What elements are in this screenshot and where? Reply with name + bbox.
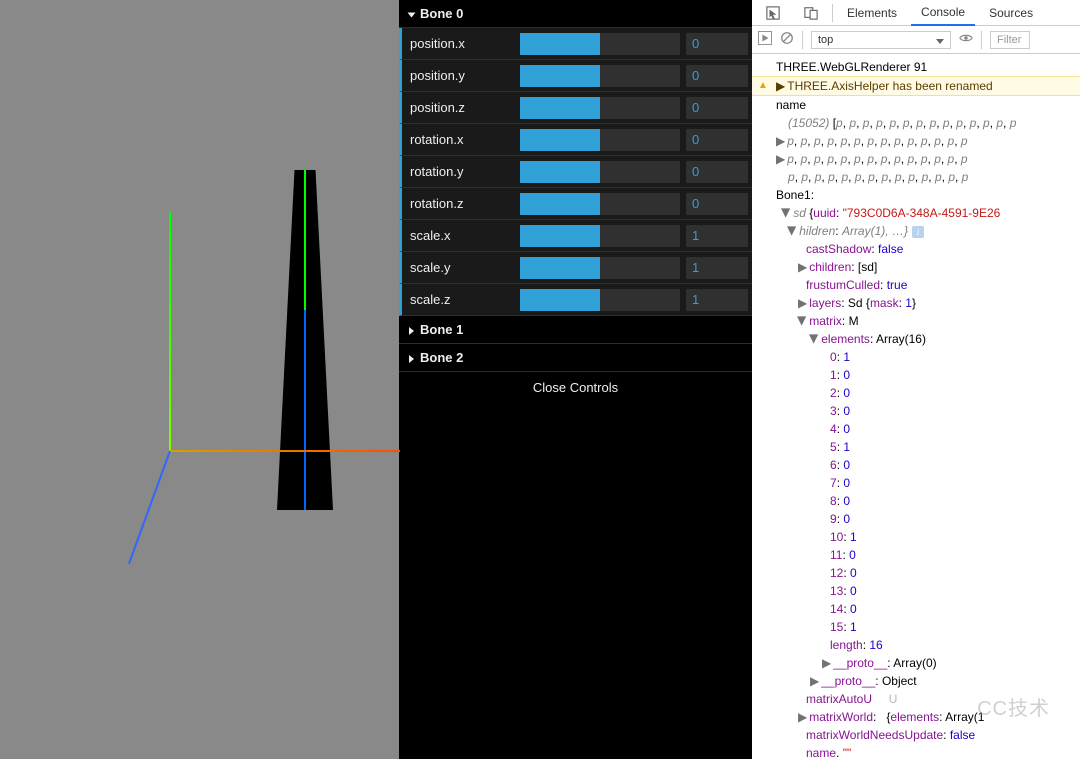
tab-sources[interactable]: Sources — [979, 1, 1043, 25]
prop-label: rotation.y — [402, 164, 520, 179]
prop-rotation-z: rotation.z 0 — [399, 188, 752, 220]
prop-label: position.z — [402, 100, 520, 115]
console-line[interactable]: ▶__proto__: Array(0) — [752, 654, 1080, 672]
prop-position-y: position.y 0 — [399, 60, 752, 92]
console-line[interactable]: ▶matrix: M — [752, 312, 1080, 330]
folder-bone-1[interactable]: Bone 1 — [399, 316, 752, 344]
slider[interactable] — [520, 97, 680, 119]
console-line[interactable]: ▶matrixWorld: {elements: Array(1 — [752, 708, 1080, 726]
console-line[interactable]: matrixWorldNeedsUpdate: false — [752, 726, 1080, 744]
console-line[interactable]: 10: 1 — [752, 528, 1080, 546]
prop-scale-x: scale.x 1 — [399, 220, 752, 252]
console-line[interactable]: frustumCulled: true — [752, 276, 1080, 294]
console-line[interactable]: ▶THREE.AxisHelper has been renamed — [752, 76, 1080, 96]
slider[interactable] — [520, 33, 680, 55]
console-line[interactable]: name. "" — [752, 744, 1080, 759]
slider[interactable] — [520, 161, 680, 183]
number-input[interactable]: 0 — [686, 65, 748, 87]
console-line[interactable]: (15052) [p, p, p, p, p, p, p, p, p, p, p… — [752, 114, 1080, 132]
console-line[interactable]: THREE.WebGLRenderer 91 — [752, 58, 1080, 76]
tab-elements[interactable]: Elements — [837, 1, 907, 25]
prop-scale-z: scale.z 1 — [399, 284, 752, 316]
prop-label: scale.x — [402, 228, 520, 243]
console-line[interactable]: p, p, p, p, p, p, p, p, p, p, p, p, p, p — [752, 168, 1080, 186]
dat-gui-panel: Bone 0position.x0position.y0position.z0r… — [399, 0, 752, 759]
console-output[interactable]: THREE.WebGLRenderer 91▶THREE.AxisHelper … — [752, 54, 1080, 759]
console-line[interactable]: ▶p, p, p, p, p, p, p, p, p, p, p, p, p, … — [752, 150, 1080, 168]
number-input[interactable]: 1 — [686, 225, 748, 247]
console-line[interactable]: ▶elements: Array(16) — [752, 330, 1080, 348]
console-line[interactable]: 1: 0 — [752, 366, 1080, 384]
slider[interactable] — [520, 225, 680, 247]
prop-rotation-x: rotation.x 0 — [399, 124, 752, 156]
console-line[interactable]: 7: 0 — [752, 474, 1080, 492]
console-line[interactable]: ▶children: [sd] — [752, 258, 1080, 276]
filter-input[interactable]: Filter — [990, 31, 1030, 49]
console-line[interactable]: 15: 1 — [752, 618, 1080, 636]
console-line[interactable]: 8: 0 — [752, 492, 1080, 510]
console-line[interactable]: 0: 1 — [752, 348, 1080, 366]
axis-y-pos — [169, 211, 171, 451]
console-line[interactable]: 2: 0 — [752, 384, 1080, 402]
console-line[interactable]: ▶p, p, p, p, p, p, p, p, p, p, p, p, p, … — [752, 132, 1080, 150]
prop-scale-y: scale.y 1 — [399, 252, 752, 284]
console-line[interactable]: Bone1: — [752, 186, 1080, 204]
slider[interactable] — [520, 129, 680, 151]
folder-bone-0[interactable]: Bone 0 — [399, 0, 752, 28]
number-input[interactable]: 1 — [686, 289, 748, 311]
number-input[interactable]: 0 — [686, 129, 748, 151]
prop-position-x: position.x 0 — [399, 28, 752, 60]
prop-label: scale.z — [402, 292, 520, 307]
viewport-3d[interactable] — [0, 0, 399, 759]
number-input[interactable]: 0 — [686, 161, 748, 183]
mesh-bone — [270, 170, 340, 510]
context-selector[interactable]: top — [811, 31, 951, 49]
axis-x-pos — [170, 450, 400, 452]
devtools-panel: Elements Console Sources top Filter THRE… — [752, 0, 1080, 759]
console-line[interactable]: 13: 0 — [752, 582, 1080, 600]
console-line[interactable]: 5: 1 — [752, 438, 1080, 456]
prop-label: rotation.x — [402, 132, 520, 147]
prop-rotation-y: rotation.y 0 — [399, 156, 752, 188]
prop-position-z: position.z 0 — [399, 92, 752, 124]
inspect-icon[interactable] — [756, 6, 790, 20]
console-line[interactable]: 6: 0 — [752, 456, 1080, 474]
device-toggle-icon[interactable] — [794, 6, 828, 20]
number-input[interactable]: 0 — [686, 97, 748, 119]
eye-icon[interactable] — [959, 31, 973, 48]
folder-bone-2[interactable]: Bone 2 — [399, 344, 752, 372]
number-input[interactable]: 1 — [686, 257, 748, 279]
play-icon[interactable] — [758, 31, 772, 48]
prop-label: position.x — [402, 36, 520, 51]
devtools-tabs: Elements Console Sources — [752, 0, 1080, 26]
console-line[interactable]: 14: 0 — [752, 600, 1080, 618]
number-input[interactable]: 0 — [686, 193, 748, 215]
console-line[interactable]: ▶hildren: Array(1), …}i — [752, 222, 1080, 240]
prop-label: position.y — [402, 68, 520, 83]
slider[interactable] — [520, 193, 680, 215]
console-line[interactable]: matrixAutoU U — [752, 690, 1080, 708]
close-controls[interactable]: Close Controls — [399, 372, 752, 403]
prop-label: scale.y — [402, 260, 520, 275]
console-line[interactable]: length: 16 — [752, 636, 1080, 654]
console-line[interactable]: ▶__proto__: Object — [752, 672, 1080, 690]
axis-z-pos — [128, 451, 171, 564]
slider[interactable] — [520, 65, 680, 87]
prop-label: rotation.z — [402, 196, 520, 211]
console-line[interactable]: ▶sd {uuid: "793C0D6A-348A-4591-9E26 — [752, 204, 1080, 222]
console-line[interactable]: ▶layers: Sd {mask: 1} — [752, 294, 1080, 312]
console-line[interactable]: 9: 0 — [752, 510, 1080, 528]
console-line[interactable]: name — [752, 96, 1080, 114]
slider[interactable] — [520, 257, 680, 279]
console-line[interactable]: 11: 0 — [752, 546, 1080, 564]
console-line[interactable]: 12: 0 — [752, 564, 1080, 582]
console-line[interactable]: castShadow: false — [752, 240, 1080, 258]
console-line[interactable]: 3: 0 — [752, 402, 1080, 420]
slider[interactable] — [520, 289, 680, 311]
clear-icon[interactable] — [780, 31, 794, 48]
tab-console[interactable]: Console — [911, 0, 975, 26]
console-line[interactable]: 4: 0 — [752, 420, 1080, 438]
number-input[interactable]: 0 — [686, 33, 748, 55]
console-toolbar: top Filter — [752, 26, 1080, 54]
